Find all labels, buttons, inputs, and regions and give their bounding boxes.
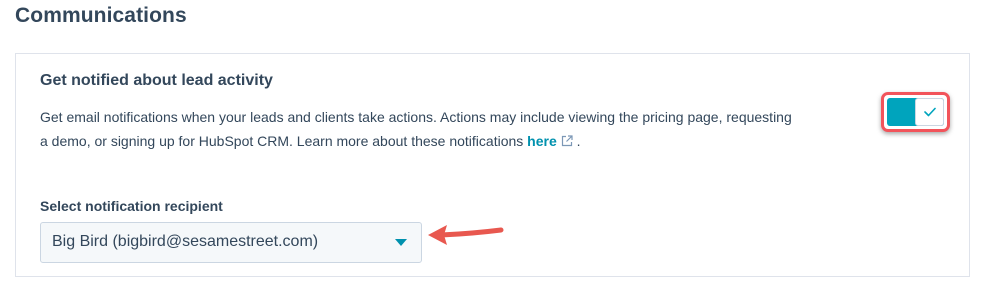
toggle-knob [915,98,944,126]
trailing-period: . [572,133,581,149]
recipient-select[interactable]: Big Bird (bigbird@sesamestreet.com) [40,222,422,263]
arrow-left-icon [428,225,504,245]
toggle-highlight-box [881,92,950,132]
lead-activity-toggle[interactable] [887,98,944,126]
checkmark-icon [923,107,936,117]
external-link-icon [561,135,573,147]
card-description: Get email notifications when your leads … [40,105,800,153]
section-title: Communications [15,4,187,27]
caret-down-icon [395,239,407,246]
learn-more-link-label: here [527,133,557,149]
recipient-label: Select notification recipient [40,198,223,214]
card-heading: Get notified about lead activity [40,72,273,89]
description-text: Get email notifications when your leads … [40,109,792,149]
communications-settings-page: Communications Get notified about lead a… [0,0,983,290]
recipient-select-value: Big Bird (bigbird@sesamestreet.com) [52,233,319,250]
learn-more-link[interactable]: here [527,133,573,149]
